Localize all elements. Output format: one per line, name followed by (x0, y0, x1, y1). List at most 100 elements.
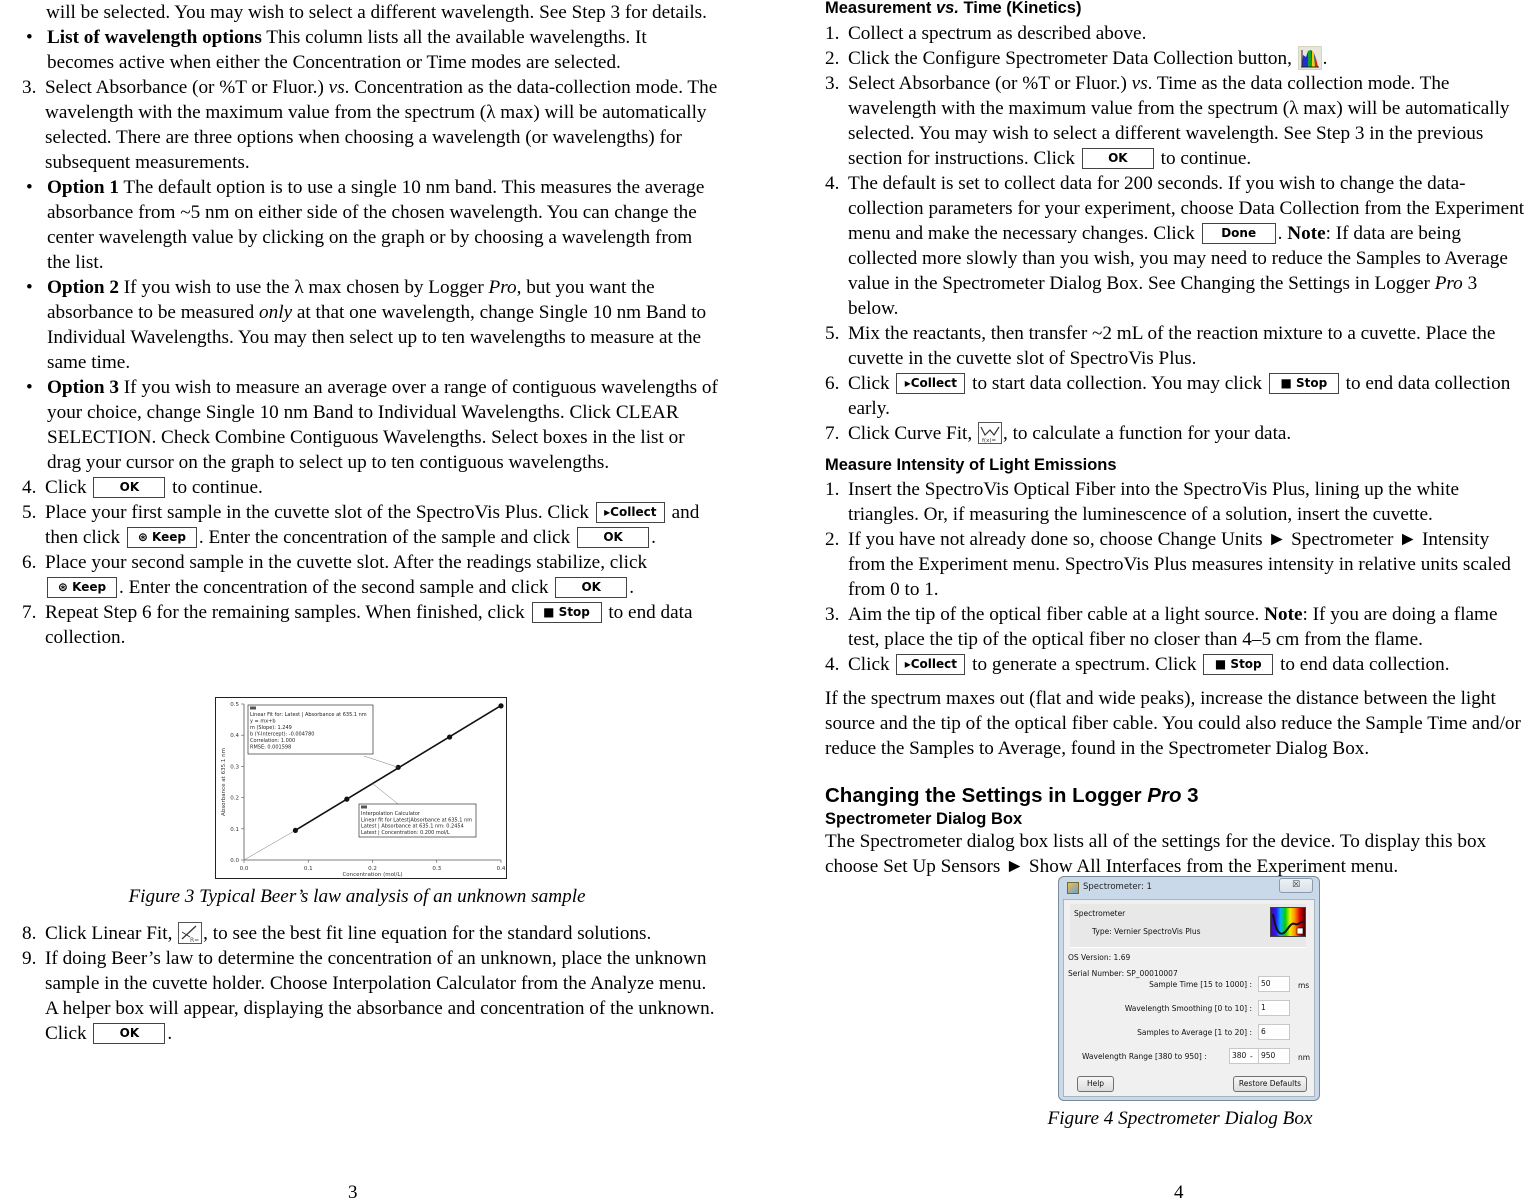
step-text: Select Absorbance (or %T or Fluor.) (45, 77, 329, 98)
heading-text-italic: vs. (935, 0, 959, 17)
stop-icon: ■ (1214, 656, 1231, 671)
bullet-text-italic: only (259, 302, 293, 323)
samples-average-field[interactable]: 6 (1258, 1024, 1290, 1040)
dialog-title: Spectrometer: 1 (1083, 882, 1152, 892)
keep-icon: ⊛ (57, 579, 73, 594)
interp-box-line: Latest | Absorbance at 635.1 nm: 0.2454 (361, 824, 464, 830)
dialog-body: Spectrometer Type: Vernier SpectroVis Pl… (1063, 899, 1315, 1097)
ok-button[interactable]: OK (1081, 147, 1154, 169)
dialog-titlebar[interactable]: Spectrometer: 1 ☒ (1059, 877, 1319, 899)
dialog-paragraph: The Spectrometer dialog box lists all of… (825, 831, 1487, 877)
spectrum-icon[interactable] (1270, 907, 1306, 937)
group-label: Spectrometer (1074, 909, 1126, 918)
samples-average-label: Samples to Average [1 to 20] : (1137, 1028, 1252, 1037)
collect-button[interactable]: ▸Collect (595, 501, 665, 523)
figure-4-caption: Figure 4 Spectrometer Dialog Box (1047, 1108, 1313, 1129)
spectrometer-group: Spectrometer Type: Vernier SpectroVis Pl… (1070, 904, 1306, 948)
step-number: 2. (825, 48, 840, 69)
device-type: Type: Vernier SpectroVis Plus (1092, 927, 1201, 936)
help-button[interactable]: Help (1077, 1076, 1114, 1092)
sample-time-unit: ms (1298, 981, 1310, 990)
range-min-field[interactable]: 380 (1229, 1048, 1261, 1064)
step-text: Click (45, 477, 92, 498)
close-button[interactable]: ☒ (1279, 878, 1313, 893)
fit-box-line: m (Slope): 1.249 (250, 725, 292, 731)
bullet-option-1: • Option 1 The default option is to use … (24, 175, 718, 275)
bullet-icon: • (26, 377, 33, 398)
range-max-field[interactable]: 950 (1258, 1048, 1290, 1064)
y-tick-label: 0.4 (230, 733, 239, 739)
kinetics-step-3: 3. Select Absorbance (or %T or Fluor.) vs… (825, 71, 1528, 171)
collect-button[interactable]: ▸Collect (896, 372, 966, 394)
y-tick-label: 0.0 (230, 858, 239, 864)
x-tick-label: 0.3 (432, 866, 441, 872)
y-axis-label: Absorbance at 635.1 nm (221, 748, 227, 816)
step-number: 6. (22, 552, 37, 573)
step-number: 3. (825, 73, 840, 94)
step-text: Repeat Step 6 for the remaining samples.… (45, 602, 530, 623)
step-3: 3. Select Absorbance (or %T or Fluor.) v… (22, 75, 718, 175)
serial-number: Serial Number: SP_00010007 (1068, 969, 1178, 978)
step-number: 7. (22, 602, 37, 623)
left-steps-lower: 8. Click Linear Fit, R= , to see the best… (22, 921, 718, 1046)
x-tick-label: 0.1 (304, 866, 313, 872)
kinetics-step-7: 7. Click Curve Fit, f(x)= , to calculate a… (825, 421, 1528, 446)
linear-fit-icon[interactable]: R= (178, 921, 203, 944)
step-text-italic: Pro (1434, 273, 1463, 294)
configure-spectrometer-icon[interactable] (1297, 45, 1322, 70)
collect-label: Collect (910, 656, 958, 671)
sample-time-field[interactable]: 50 (1258, 976, 1290, 992)
step-text: . (1277, 223, 1288, 244)
y-tick-label: 0.5 (230, 702, 239, 708)
curve-fit-icon[interactable]: f(x)= (977, 421, 1002, 444)
step-text-italic: vs (1131, 73, 1148, 94)
smoothing-label: Wavelength Smoothing [0 to 10] : (1124, 1004, 1252, 1013)
step-8: 8. Click Linear Fit, R= , to see the best… (22, 921, 718, 946)
kinetics-step-4: 4. The default is set to collect data for… (825, 171, 1528, 321)
fit-box-line: RMSE: 0.001598 (250, 745, 291, 751)
ok-button[interactable]: OK (93, 476, 166, 498)
wavelength-range-label: Wavelength Range [380 to 950] : (1082, 1052, 1207, 1061)
keep-icon: ⊛ (137, 529, 153, 544)
step-text-italic: vs (328, 77, 345, 98)
step-number: 4. (22, 477, 37, 498)
stop-label: Stop (1230, 656, 1262, 671)
keep-button[interactable]: ⊛ Keep (47, 576, 117, 598)
left-page: will be selected. You may wish to select… (22, 0, 718, 650)
step-number: 7. (825, 423, 840, 444)
step-text: . (629, 577, 635, 598)
ok-button[interactable]: OK (577, 526, 650, 548)
heading-text: Time (Kinetics) (958, 0, 1082, 17)
ok-button[interactable]: OK (93, 1022, 166, 1044)
restore-defaults-button[interactable]: Restore Defaults (1233, 1076, 1307, 1092)
smoothing-field[interactable]: 1 (1258, 1000, 1290, 1016)
stop-button[interactable]: ■ Stop (1203, 653, 1274, 675)
step-text: to start data collection. You may click (967, 373, 1267, 394)
collect-button[interactable]: ▸Collect (896, 653, 966, 675)
step-number: 9. (22, 948, 37, 969)
svg-text:f(x)=: f(x)= (982, 438, 996, 443)
emissions-step-1: 1. Insert the SpectroVis Optical Fiber in… (825, 477, 1528, 527)
fit-box-line: Correlation: 1.000 (250, 738, 295, 744)
done-button[interactable]: Done (1201, 222, 1276, 244)
data-point (292, 827, 298, 833)
bullet-text: The default option is to use a single 10… (47, 177, 705, 273)
step-text: . (651, 527, 656, 548)
collect-label: Collect (910, 375, 958, 390)
figure-3-caption: Figure 3 Typical Beer’s law analysis of … (128, 886, 586, 907)
bullet-icon: • (26, 277, 33, 298)
bullet-text: If you wish to use the λ max chosen by L… (118, 277, 489, 298)
origin-connector (243, 830, 296, 861)
heading-text: Measurement (825, 0, 936, 17)
kinetics-step-5: 5. Mix the reactants, then transfer ~2 mL… (825, 321, 1528, 371)
bullet-text: If you wish to measure an average over a… (47, 377, 718, 473)
step-number: 4. (825, 173, 840, 194)
step-text: Click (848, 373, 895, 394)
ok-button[interactable]: OK (555, 576, 628, 598)
step-text: to continue. (1155, 148, 1252, 169)
keep-button[interactable]: ⊛ Keep (126, 526, 197, 548)
stop-button[interactable]: ■ Stop (531, 601, 602, 623)
step-text: Place your first sample in the cuvette s… (45, 502, 594, 523)
interp-box-connector (372, 783, 399, 805)
stop-button[interactable]: ■ Stop (1268, 372, 1339, 394)
